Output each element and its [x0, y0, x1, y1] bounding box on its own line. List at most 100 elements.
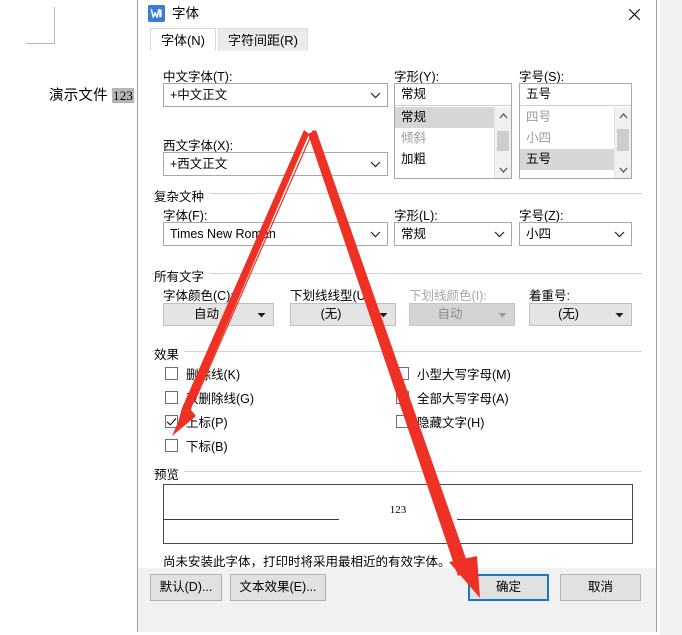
- underline-style-value: (无): [320, 307, 342, 321]
- checkbox-label: 全部大写字母(A): [417, 391, 509, 406]
- checkbox-superscript[interactable]: 上标(P): [165, 412, 228, 430]
- chinese-font-combo[interactable]: +中文正文: [163, 83, 388, 107]
- cs-style-value: 常规: [401, 227, 427, 241]
- scroll-up-icon[interactable]: [615, 107, 631, 124]
- ok-button[interactable]: 确定: [468, 574, 549, 601]
- font-size-scrollbar[interactable]: [614, 107, 631, 178]
- caret-down-icon: [378, 304, 388, 325]
- preview-box: 123: [163, 484, 633, 544]
- emphasis-mark-dropdown[interactable]: (无): [529, 303, 632, 326]
- checkbox-small-caps[interactable]: 小型大写字母(M): [396, 364, 511, 382]
- wps-writer-icon: [148, 5, 165, 22]
- font-size-option[interactable]: 五号: [520, 149, 614, 170]
- scroll-up-icon[interactable]: [495, 107, 511, 124]
- text-effects-button[interactable]: 文本效果(E)...: [230, 574, 326, 601]
- default-button[interactable]: 默认(D)...: [150, 574, 222, 601]
- checkbox-all-caps[interactable]: 全部大写字母(A): [396, 388, 509, 406]
- preview-group-line: [152, 471, 642, 472]
- font-size-option[interactable]: 四号: [520, 107, 614, 128]
- checkbox-label: 小型大写字母(M): [417, 367, 511, 382]
- caret-down-icon: [614, 304, 624, 325]
- complex-script-group-line: [152, 193, 642, 194]
- checkbox-box: [396, 390, 409, 404]
- emphasis-mark-value: (无): [558, 307, 579, 321]
- western-font-value: +西文正文: [170, 157, 228, 171]
- preview-rule-right: [457, 519, 632, 520]
- scroll-down-icon[interactable]: [495, 161, 511, 178]
- checkbox-label: 删除线(K): [186, 367, 241, 382]
- chevron-down-icon: [492, 223, 506, 245]
- font-style-value: 常规: [401, 87, 427, 101]
- western-font-combo[interactable]: +西文正文: [163, 152, 388, 176]
- scroll-down-icon[interactable]: [615, 161, 631, 178]
- checkbox-label: 双删除线(G): [186, 391, 255, 406]
- font-style-edit[interactable]: 常规: [395, 84, 511, 106]
- cs-size-value: 小四: [526, 227, 552, 241]
- dialog-tabstrip: 字体(N) 字符间距(R): [138, 28, 656, 52]
- font-color-dropdown[interactable]: 自动: [163, 303, 274, 326]
- document-paragraph: 演示文件 123: [49, 84, 135, 105]
- document-right-margin: [660, 0, 682, 635]
- all-text-group-line: [152, 273, 642, 274]
- checkbox-strikethrough[interactable]: 删除线(K): [165, 364, 240, 382]
- font-style-option[interactable]: 倾斜: [395, 128, 494, 149]
- tab-font[interactable]: 字体(N): [150, 28, 216, 52]
- chinese-font-value: +中文正文: [170, 88, 228, 102]
- all-text-group-title: 所有文字: [154, 266, 210, 285]
- document-selected-text: 123: [112, 88, 135, 103]
- page-corner-mark: [26, 7, 55, 44]
- underline-style-dropdown[interactable]: (无): [290, 303, 396, 326]
- font-style-scrollbar[interactable]: [494, 107, 511, 178]
- font-style-option[interactable]: 加粗: [395, 149, 494, 170]
- effects-group-line: [152, 351, 642, 352]
- checkbox-double-strikethrough[interactable]: 双删除线(G): [165, 388, 254, 406]
- checkbox-box: [396, 414, 409, 428]
- label-emphasis-mark: 着重号:: [529, 289, 570, 303]
- cs-font-combo[interactable]: Times New Roman: [163, 222, 388, 246]
- underline-color-value: 自动: [437, 307, 463, 321]
- font-color-value: 自动: [193, 307, 219, 321]
- screen: 演示文件 123 字体 字体(N) 字符间距(R) 中文字体(T): +中文正文…: [0, 0, 682, 635]
- font-size-items: 四号 小四 五号: [520, 107, 614, 178]
- font-size-listbox[interactable]: 五号 四号 小四 五号: [519, 83, 632, 179]
- cancel-button[interactable]: 取消: [560, 574, 641, 601]
- preview-group-title: 预览: [154, 464, 185, 483]
- label-underline-color: 下划线颜色(I):: [409, 289, 487, 303]
- checkbox-label: 下标(B): [186, 439, 228, 454]
- checkbox-box: [396, 366, 409, 380]
- font-size-option[interactable]: 小四: [520, 128, 614, 149]
- caret-down-icon: [256, 304, 266, 325]
- chevron-down-icon: [368, 153, 382, 175]
- checkbox-subscript[interactable]: 下标(B): [165, 436, 228, 454]
- cs-style-combo[interactable]: 常规: [394, 222, 512, 246]
- checkbox-label: 上标(P): [186, 415, 228, 430]
- font-style-listbox[interactable]: 常规 常规 倾斜 加粗: [394, 83, 512, 179]
- checkbox-box: [165, 438, 178, 452]
- document-text-prefix: 演示文件: [49, 88, 113, 104]
- dialog-title-bar: 字体: [138, 0, 656, 28]
- checkbox-box: [165, 390, 178, 404]
- cs-size-combo[interactable]: 小四: [519, 222, 632, 246]
- dialog-body: 中文字体(T): +中文正文 字形(Y): 常规 常规 倾斜 加粗 字号(S):…: [138, 52, 656, 569]
- dialog-footer: 默认(D)... 文本效果(E)... 确定 取消: [138, 568, 656, 632]
- font-style-items: 常规 倾斜 加粗: [395, 107, 494, 178]
- checkbox-hidden-text[interactable]: 隐藏文字(H): [396, 412, 484, 430]
- scrollbar-thumb[interactable]: [497, 131, 509, 151]
- checkbox-box: [165, 414, 178, 428]
- font-dialog: 字体 字体(N) 字符间距(R) 中文字体(T): +中文正文 字形(Y): 常…: [137, 0, 657, 632]
- label-font-color: 字体颜色(C):: [163, 289, 234, 303]
- complex-script-group-title: 复杂文种: [154, 186, 210, 205]
- label-underline-style: 下划线线型(U):: [290, 289, 374, 303]
- underline-color-dropdown: 自动: [409, 303, 515, 326]
- scrollbar-thumb[interactable]: [617, 129, 629, 151]
- tab-character-spacing[interactable]: 字符间距(R): [218, 28, 308, 52]
- cs-font-value: Times New Roman: [170, 227, 276, 241]
- chevron-down-icon: [368, 84, 382, 106]
- font-size-edit[interactable]: 五号: [520, 84, 631, 106]
- close-icon[interactable]: [612, 0, 656, 28]
- chevron-down-icon: [612, 223, 626, 245]
- dialog-title: 字体: [172, 6, 199, 21]
- font-style-option[interactable]: 常规: [395, 107, 494, 128]
- caret-down-icon: [497, 304, 507, 325]
- preview-rule-left: [164, 519, 339, 520]
